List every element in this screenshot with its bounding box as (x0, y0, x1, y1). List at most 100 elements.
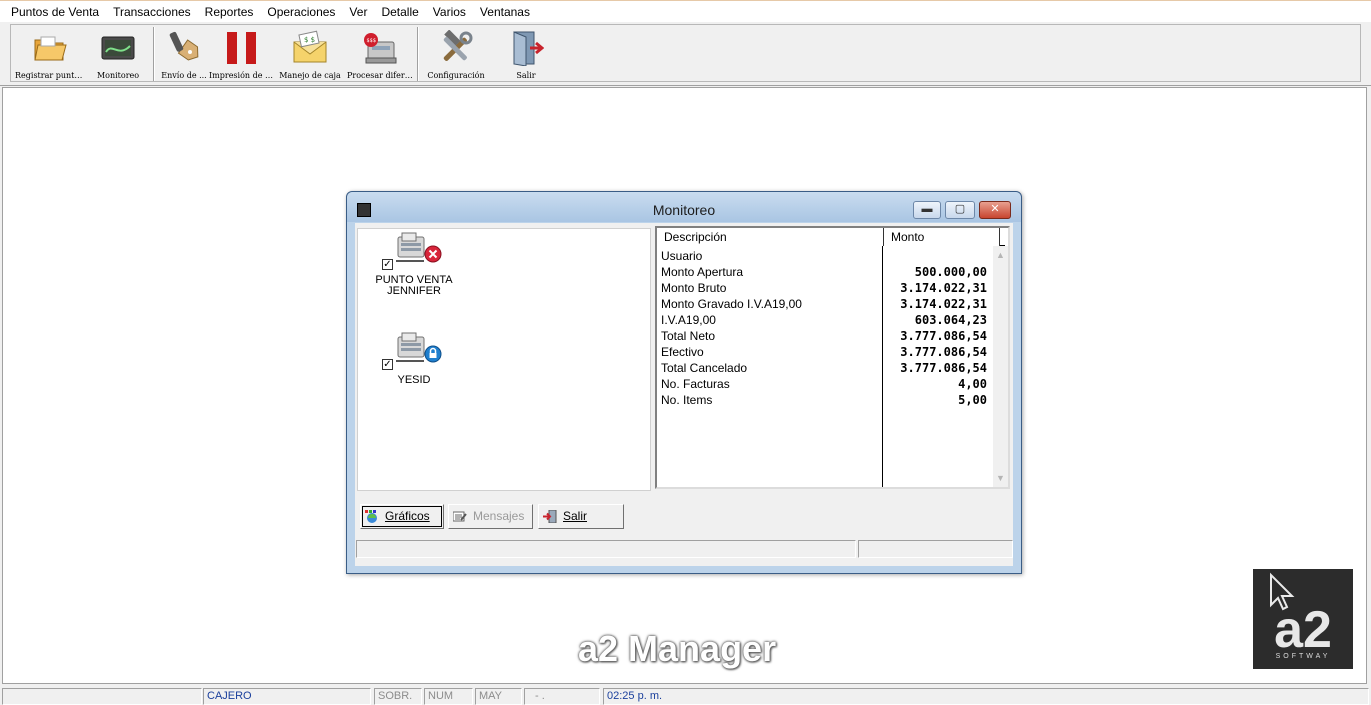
cell-descripcion: Usuario (661, 249, 703, 263)
maximize-button[interactable]: ▢ (945, 201, 975, 219)
menu-puntos-de-venta[interactable]: Puntos de Venta (4, 2, 106, 22)
status-separator: - . (524, 688, 600, 705)
column-header-monto[interactable]: Monto (884, 228, 1000, 246)
puntos-venta-list: ✓ PUNTO VENTA JENNIFER ✓ YESID (357, 228, 651, 491)
toolbar-separator (153, 27, 155, 81)
monitoreo-table: Descripción Monto Usuario Monto Apertura 5… (655, 226, 1010, 489)
monitoreo-window: Monitoreo ▬ ▢ ✕ ✓ PUNTO VENTA JENNIFER ✓… (346, 191, 1022, 574)
close-button[interactable]: ✕ (979, 201, 1011, 219)
envelope-money-icon: $ $ (293, 30, 327, 63)
cell-monto: 603.064,23 (914, 313, 987, 327)
cell-monto: 500.000,00 (914, 265, 987, 279)
cell-monto: 3.777.086,54 (900, 361, 987, 375)
cell-monto: 4,00 (958, 377, 987, 391)
table-header: Descripción Monto (657, 228, 1005, 246)
folder-icon (34, 36, 67, 61)
envio-label: Envío de ... (161, 71, 207, 80)
status-may: MAY (475, 688, 522, 705)
vertical-scrollbar[interactable]: ▲ ▼ (993, 246, 1008, 487)
window-titlebar[interactable]: Monitoreo ▬ ▢ ✕ (347, 192, 1021, 222)
cell-descripcion: No. Items (661, 393, 713, 407)
status-time: 02:25 p. m. (603, 688, 1369, 705)
cell-monto: 3.777.086,54 (900, 345, 987, 359)
punto-venta-item[interactable]: ✓ YESID (364, 331, 464, 386)
lock-icon (424, 345, 442, 363)
column-header-descripcion[interactable]: Descripción (657, 228, 884, 246)
table-row[interactable]: Total Cancelado 3.777.086,54 (657, 360, 990, 376)
table-row[interactable]: I.V.A19,00 603.064,23 (657, 312, 990, 328)
minimize-button[interactable]: ▬ (913, 201, 941, 219)
message-pencil-icon (453, 511, 467, 522)
app-watermark: a2 Manager (578, 628, 777, 669)
table-row[interactable]: Monto Bruto 3.174.022,31 (657, 280, 990, 296)
scroll-down-icon[interactable]: ▼ (993, 473, 1008, 483)
cell-descripcion: Total Cancelado (661, 361, 748, 375)
cell-descripcion: Efectivo (661, 345, 704, 359)
table-row[interactable]: Monto Apertura 500.000,00 (657, 264, 990, 280)
punto-venta-name: PUNTO VENTA JENNIFER (375, 274, 453, 297)
salir-dialog-button[interactable]: Salir (538, 504, 624, 529)
cell-monto: 3.174.022,31 (900, 281, 987, 295)
salir-button[interactable]: Salir (493, 25, 559, 83)
cell-monto: 3.777.086,54 (900, 329, 987, 343)
red-bars-icon (227, 32, 256, 64)
manejo-caja-label: Manejo de caja (279, 71, 341, 80)
punto-venta-name: YESID (397, 374, 431, 386)
salir-label: Salir (516, 71, 536, 80)
menu-ventanas[interactable]: Ventanas (473, 2, 537, 22)
registrar-punto-label: Registrar punto... (15, 71, 85, 80)
logo-mark: a2 (1274, 601, 1332, 653)
exit-door-icon (513, 31, 544, 66)
graficos-button[interactable]: Gráficos (360, 504, 444, 529)
registrar-punto-button[interactable]: Registrar punto... (15, 25, 85, 83)
table-row[interactable]: Total Neto 3.777.086,54 (657, 328, 990, 344)
menu-operaciones[interactable]: Operaciones (260, 2, 342, 22)
procesar-diferido-button[interactable]: $$$ Procesar diferi... (347, 25, 413, 83)
monitoreo-button[interactable]: Monitoreo (89, 25, 147, 83)
punto-venta-item[interactable]: ✓ PUNTO VENTA JENNIFER (364, 231, 464, 297)
monitor-icon (101, 36, 135, 60)
svg-text:$$$: $$$ (367, 38, 377, 44)
punto-venta-checkbox[interactable]: ✓ (382, 259, 393, 270)
table-row[interactable]: Efectivo 3.777.086,54 (657, 344, 990, 360)
window-client-area: ✓ PUNTO VENTA JENNIFER ✓ YESID Descripci… (355, 223, 1013, 566)
table-row[interactable]: No. Facturas 4,00 (657, 376, 990, 392)
menu-ver[interactable]: Ver (342, 2, 374, 22)
cell-monto: 3.174.022,31 (900, 297, 987, 311)
scroll-up-icon[interactable]: ▲ (993, 250, 1008, 260)
cell-monto: 5,00 (958, 393, 987, 407)
manejo-caja-button[interactable]: $ $ Manejo de caja (279, 25, 341, 83)
punto-venta-checkbox[interactable]: ✓ (382, 359, 393, 370)
status-sobr: SOBR. (374, 688, 422, 705)
error-x-icon (424, 245, 442, 263)
menu-varios[interactable]: Varios (426, 2, 473, 22)
configuracion-button[interactable]: Configuración (423, 25, 489, 83)
price-tag-icon (169, 31, 199, 61)
cell-descripcion: Total Neto (661, 329, 716, 343)
table-row[interactable]: Usuario (657, 248, 990, 264)
monitoreo-label: Monitoreo (96, 71, 140, 80)
cell-descripcion: No. Facturas (661, 377, 730, 391)
table-row[interactable]: No. Items 5,00 (657, 392, 990, 408)
menu-reportes[interactable]: Reportes (198, 2, 261, 22)
toolbar-separator (417, 27, 419, 81)
cash-register-icon: $$$ (364, 33, 397, 64)
softway-logo: a2 SOFTWAY (1253, 569, 1353, 669)
status-bar: CAJERO SOBR. NUM MAY - . 02:25 p. m. (0, 686, 1371, 705)
cursor-logo-icon: a2 (1270, 572, 1332, 659)
tools-icon (443, 30, 473, 61)
chart-globe-icon (365, 510, 377, 523)
menu-detalle[interactable]: Detalle (374, 2, 425, 22)
salir-dialog-label: Salir (563, 509, 588, 523)
mensajes-button[interactable]: Mensajes (448, 504, 533, 529)
dialog-status-panel (356, 540, 856, 558)
toolbar: Registrar punto... Monitoreo Envío de ..… (0, 22, 1371, 86)
cell-descripcion: Monto Bruto (661, 281, 727, 295)
cell-descripcion: Monto Apertura (661, 265, 744, 279)
envio-button[interactable]: Envío de ... (159, 25, 209, 83)
table-row[interactable]: Monto Gravado I.V.A19,00 3.174.022,31 (657, 296, 990, 312)
impresion-button[interactable]: Impresión de et... (209, 25, 275, 83)
svg-text:$ $: $ $ (304, 36, 315, 44)
menu-transacciones[interactable]: Transacciones (106, 2, 198, 22)
procesar-diferido-label: Procesar diferi... (347, 71, 413, 80)
